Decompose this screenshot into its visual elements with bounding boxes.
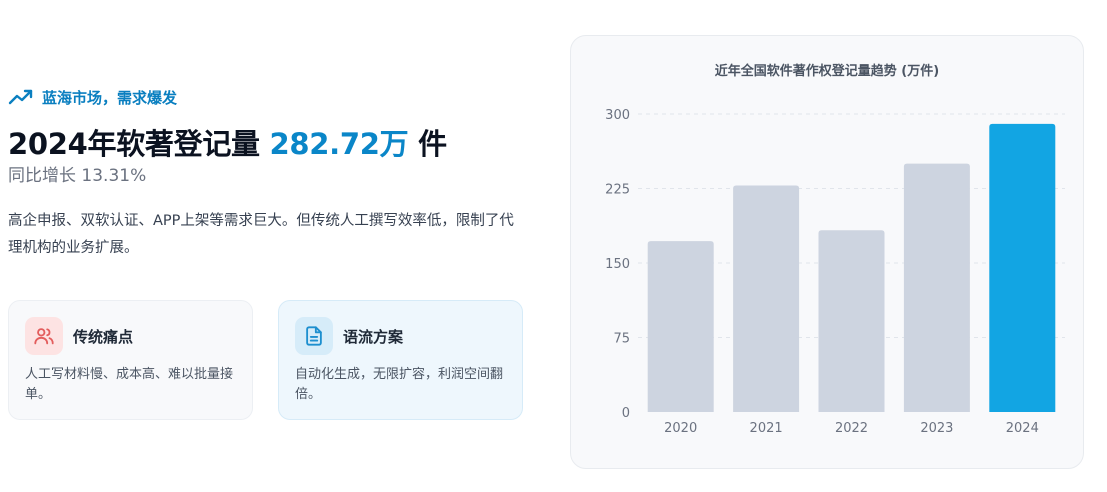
headline-suffix: 件 [418,127,447,161]
trending-up-icon [8,88,34,106]
users-icon [25,317,63,355]
bar [903,163,970,412]
headline: 2024年软著登记量 282.72万 件 [8,126,528,162]
eyebrow-text: 蓝海市场，需求爆发 [42,88,178,107]
bar [647,241,714,412]
y-tick-label: 225 [605,183,630,198]
solution-card-body: 自动化生成，无限扩容，利润空间翻倍。 [295,367,504,402]
y-tick-label: 0 [622,406,630,421]
y-tick-label: 300 [605,108,630,123]
x-tick-label: 2022 [835,421,868,436]
y-tick-label: 150 [605,257,630,272]
growth-subline: 同比增长 13.31% [8,166,147,186]
description: 高企申报、双软认证、APP上架等需求巨大。但传统人工撰写效率低，限制了代理机构的… [8,213,514,256]
intro-section: 蓝海市场，需求爆发 2024年软著登记量 282.72万 件 同比增长 13.3… [8,84,528,420]
bar-chart: 0 75 150 225 300 2020 2021 2022 2023 2024 [605,108,1065,436]
document-icon [295,317,333,355]
eyebrow: 蓝海市场，需求爆发 [8,84,528,110]
pain-card-body: 人工写材料慢、成本高、难以批量接单。 [25,367,234,402]
cards: 传统痛点 人工写材料慢、成本高、难以批量接单。 语流方案 自动化生成，无限扩容，… [8,300,528,422]
pain-card-header: 传统痛点 [25,317,236,355]
page: 蓝海市场，需求爆发 2024年软著登记量 282.72万 件 同比增长 13.3… [0,0,1107,492]
x-tick-label: 2021 [750,421,783,436]
headline-prefix: 2024年软著登记量 [8,127,260,161]
y-tick-label: 75 [613,332,630,347]
solution-card: 语流方案 自动化生成，无限扩容，利润空间翻倍。 [278,300,523,420]
x-tick-label: 2024 [1006,421,1039,436]
solution-card-title: 语流方案 [343,327,404,346]
pain-card-title: 传统痛点 [73,327,134,346]
bar [818,230,885,412]
solution-card-header: 语流方案 [295,317,506,355]
x-tick-label: 2020 [664,421,697,436]
bar [733,185,800,412]
bar [989,123,1056,412]
chart-panel: 近年全国软件著作权登记量趋势 (万件) 0 75 150 225 300 2020 2021… [570,35,1084,469]
headline-value: 282.72万 [269,127,409,161]
x-tick-label: 2023 [920,421,953,436]
pain-point-card: 传统痛点 人工写材料慢、成本高、难以批量接单。 [8,300,253,420]
